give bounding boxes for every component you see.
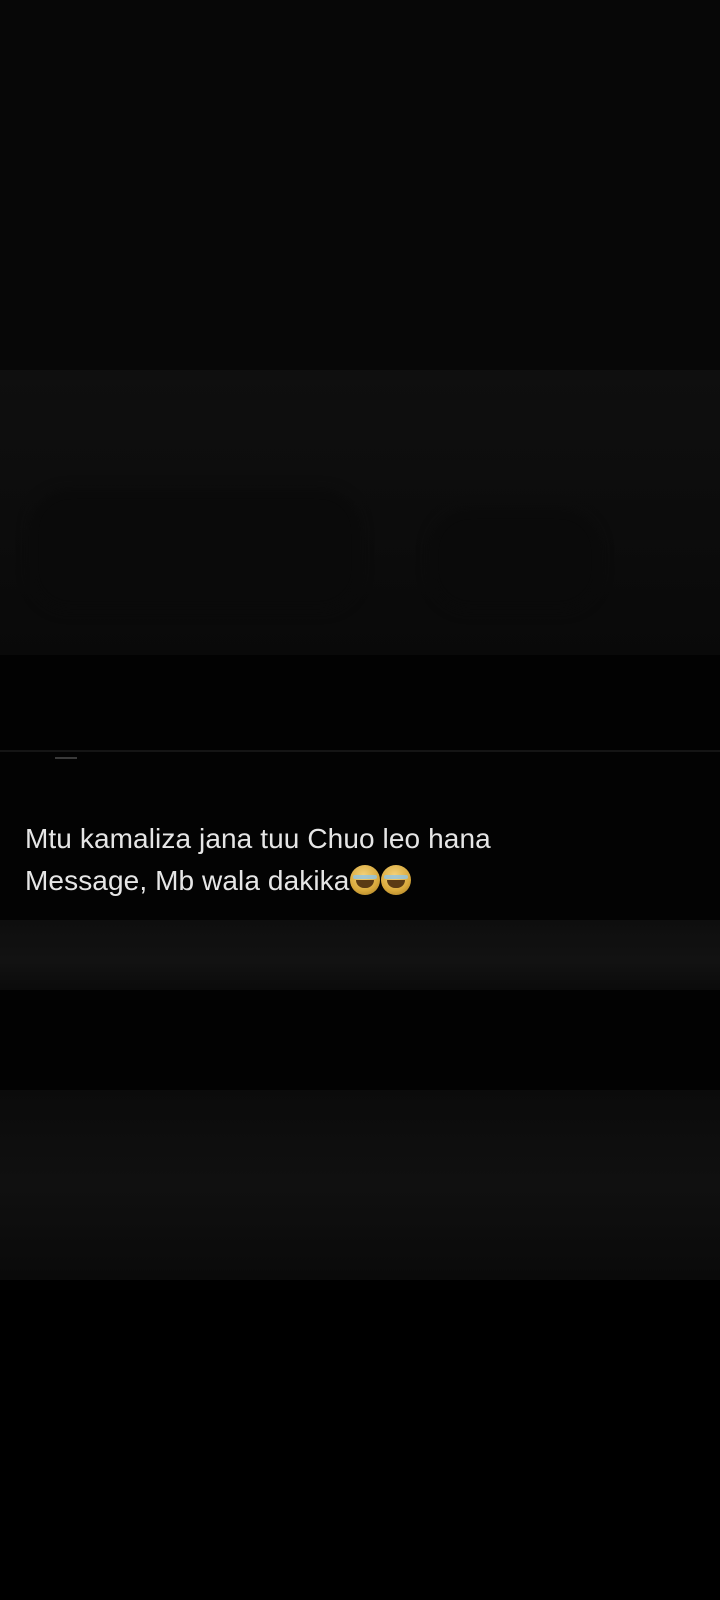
divider-gap [0, 990, 720, 1090]
tweet-line-2: Message, Mb wala dakika [25, 860, 685, 902]
top-dark-area [0, 0, 720, 370]
blurred-shape [30, 490, 360, 610]
upper-blurred-region [0, 370, 720, 655]
tweet-line-2-text: Message, Mb wala dakika [25, 865, 350, 896]
tweet-line-1: Mtu kamaliza jana tuu Chuo leo hana [25, 823, 491, 854]
tweet-text: Mtu kamaliza jana tuu Chuo leo hana Mess… [25, 818, 685, 902]
under-tweet-blurred-strip [0, 920, 720, 990]
divider-mark [55, 757, 77, 759]
face-with-tears-of-joy-icon [350, 865, 381, 895]
blurred-shape [430, 510, 600, 610]
lower-blurred-region [0, 1090, 720, 1280]
divider-gap [0, 655, 720, 750]
bottom-dark-area [0, 1280, 720, 1600]
face-with-tears-of-joy-icon [381, 865, 412, 895]
